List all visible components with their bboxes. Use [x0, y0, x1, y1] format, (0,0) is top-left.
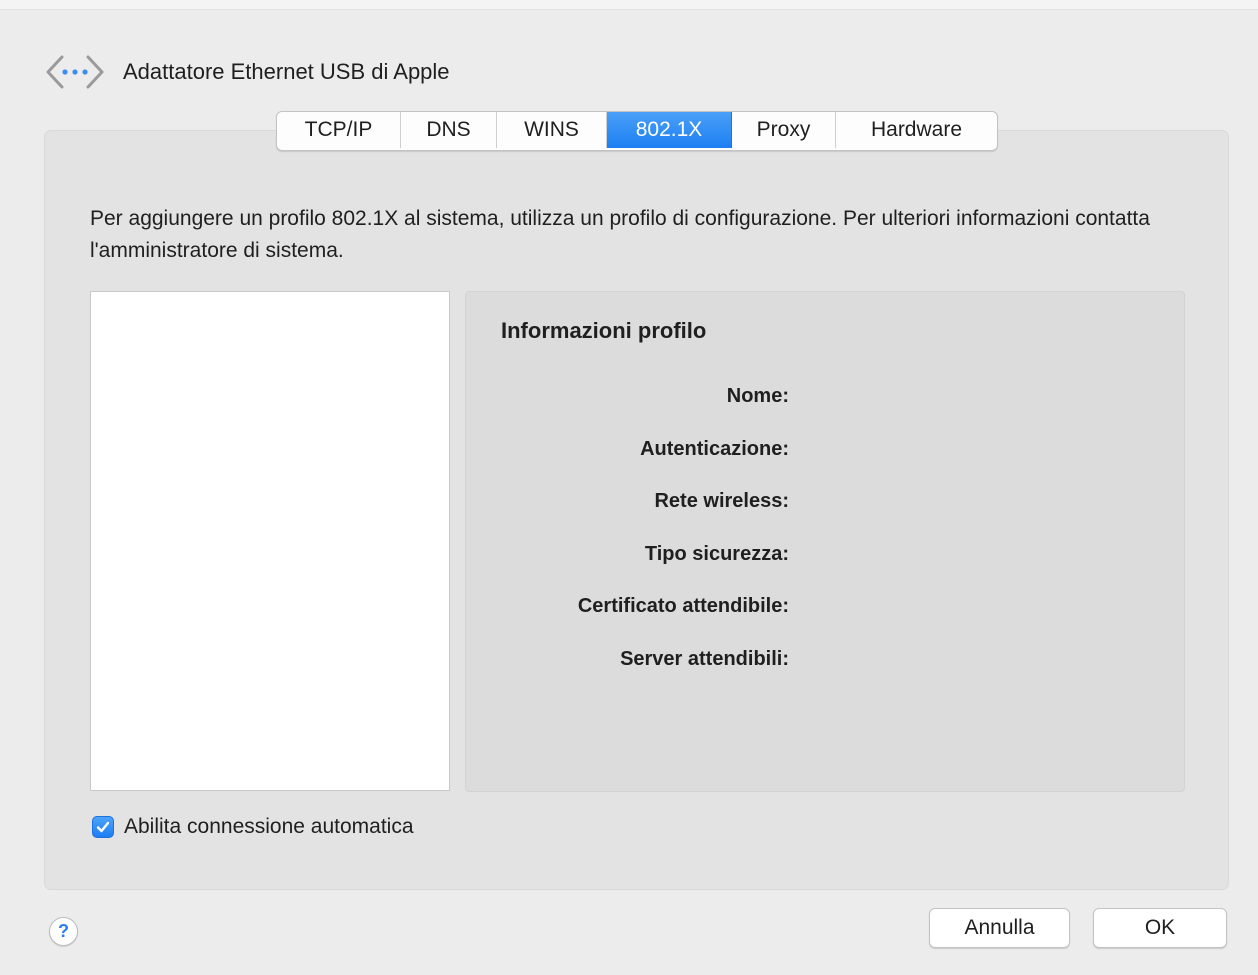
interface-title: Adattatore Ethernet USB di Apple — [123, 59, 450, 84]
cancel-button[interactable]: Annulla — [929, 908, 1070, 948]
tab-bar: TCP/IP DNS WINS 802.1X Proxy Hardware — [276, 111, 998, 151]
tab-8021x[interactable]: 802.1X — [607, 112, 732, 148]
auto-connect-label: Abilita connessione automatica — [124, 815, 414, 838]
label-trusted-servers: Server attendibili: — [620, 648, 789, 670]
auto-connect-option[interactable]: Abilita connessione automatica — [92, 815, 414, 839]
tab-hardware[interactable]: Hardware — [836, 112, 997, 148]
description-text: Per aggiungere un profilo 802.1X al sist… — [90, 207, 1150, 262]
label-wireless-network: Rete wireless: — [654, 490, 789, 512]
label-name: Nome: — [726, 385, 789, 407]
profile-list[interactable] — [90, 291, 450, 791]
tab-proxy[interactable]: Proxy — [732, 112, 836, 148]
ok-button[interactable]: OK — [1093, 908, 1227, 948]
profile-info-title: Informazioni profilo — [501, 318, 707, 343]
header: Adattatore Ethernet USB di Apple — [44, 50, 450, 94]
tab-dns[interactable]: DNS — [401, 112, 497, 148]
label-authentication: Autenticazione: — [640, 438, 789, 460]
label-trusted-certificate: Certificato attendibile: — [577, 595, 789, 617]
tab-wins[interactable]: WINS — [497, 112, 607, 148]
window-top-edge — [0, 0, 1258, 10]
tab-tcpip[interactable]: TCP/IP — [277, 112, 401, 148]
help-icon: ? — [58, 921, 69, 941]
auto-connect-checkbox[interactable] — [92, 816, 114, 838]
checkmark-icon — [96, 821, 110, 833]
help-button[interactable]: ? — [49, 917, 78, 946]
profile-info-panel: Informazioni profilo Nome: Autenticazion… — [465, 291, 1185, 792]
label-security-type: Tipo sicurezza: — [644, 543, 789, 565]
network-arrows-icon — [44, 50, 106, 94]
